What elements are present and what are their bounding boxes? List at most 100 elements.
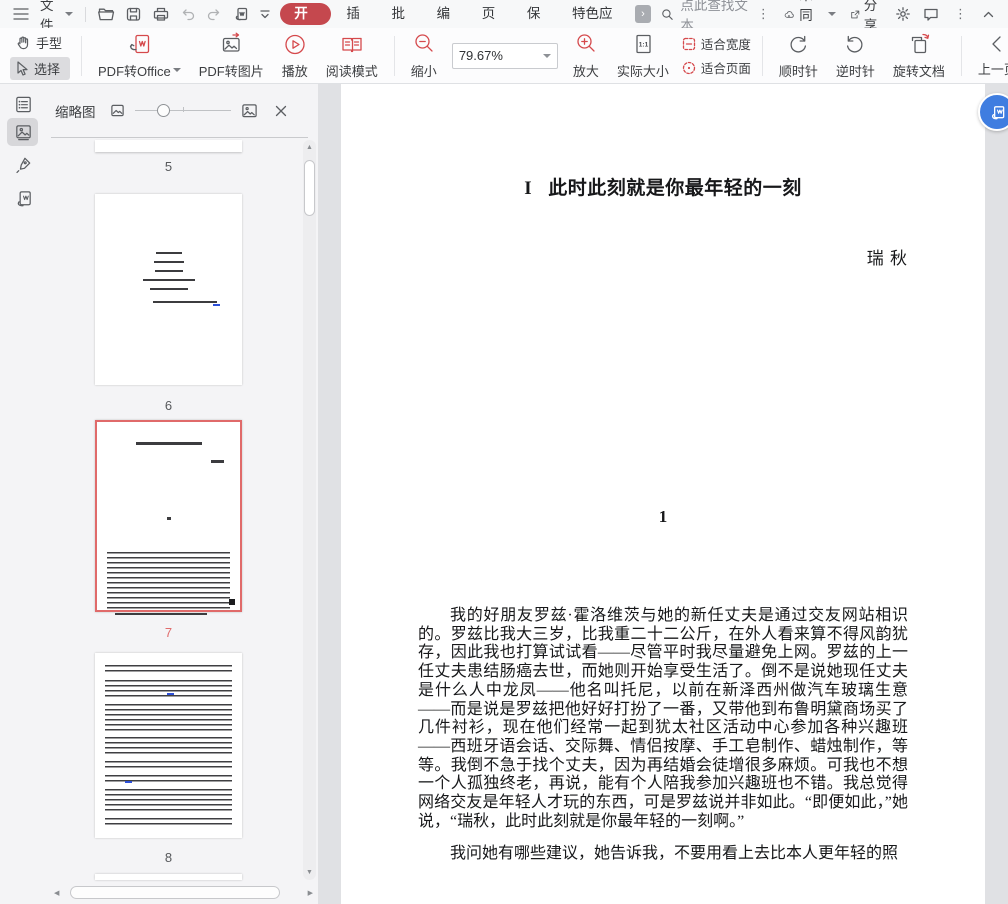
tab-page[interactable]: 页面 — [471, 3, 516, 43]
bookmarks-outline-icon[interactable] — [11, 92, 35, 116]
more-tabs-button[interactable]: › — [635, 5, 651, 23]
tab-insert[interactable]: 插入 — [335, 3, 380, 43]
chevron-down-icon — [172, 68, 181, 72]
thumbnail-size-slider[interactable] — [134, 101, 231, 121]
fit-width-button[interactable]: 适合宽度 — [682, 34, 751, 53]
zoom-in-label: 放大 — [572, 63, 599, 79]
horizontal-scroll-thumb[interactable] — [70, 886, 281, 899]
scroll-down-icon[interactable]: ▼ — [303, 869, 316, 876]
zoom-level-combobox[interactable]: 79.67% — [451, 42, 558, 69]
thumbnail-horizontal-scrollbar[interactable]: ◀ ▶ — [51, 885, 316, 900]
more-options-icon[interactable]: ⋮ — [946, 6, 975, 22]
cloud-offline-icon — [784, 11, 794, 18]
rotate-doc-label: 旋转文档 — [892, 63, 945, 79]
content-area: 缩略图 5 6 7 8 ▲ ▼ ◀ ▶ I 此时此刻就是你最年轻的一刻 瑞 秋 … — [0, 84, 1008, 904]
fit-page-icon — [682, 61, 695, 74]
settings-gear-icon[interactable] — [890, 6, 916, 22]
thumbnail-label-8: 8 — [164, 850, 173, 865]
chevron-left-icon — [992, 36, 1002, 52]
zoom-out-button[interactable]: 缩小 — [402, 30, 446, 82]
undo-icon[interactable] — [175, 7, 201, 21]
fit-width-icon — [682, 37, 695, 50]
divider — [393, 35, 395, 76]
sidebar-icon-strip — [0, 84, 45, 904]
scroll-right-icon[interactable]: ▶ — [305, 889, 316, 897]
rotate-counterclockwise-button[interactable]: 逆时针 — [827, 30, 884, 82]
zoom-in-button[interactable]: 放大 — [564, 30, 608, 82]
rotate-document-button[interactable]: 旋转文档 — [884, 30, 954, 82]
read-mode-button[interactable]: 阅读模式 — [317, 30, 387, 82]
tab-protect[interactable]: 保护 — [516, 3, 561, 43]
select-tool-button[interactable]: 选择 — [10, 57, 71, 80]
vertical-scroll-thumb[interactable] — [304, 160, 315, 216]
thumbnail-vertical-scrollbar[interactable]: ▲ ▼ — [303, 140, 316, 880]
actual-size-button[interactable]: 1:1 实际大小 — [608, 30, 678, 82]
toolbar-options-caret-icon[interactable] — [254, 9, 276, 19]
small-thumbnail-icon[interactable] — [110, 103, 125, 118]
file-menu[interactable]: 文件 — [34, 0, 79, 33]
close-panel-icon[interactable] — [274, 104, 288, 118]
slider-knob[interactable] — [156, 103, 170, 117]
author-name: 瑞 秋 — [866, 249, 908, 268]
magnifier-minus-icon — [415, 33, 433, 52]
previous-page-button[interactable]: 上一页 — [969, 30, 1008, 82]
tab-home[interactable]: 开始 — [280, 3, 332, 43]
convert-floating-button[interactable] — [978, 93, 1008, 131]
tab-special-apps[interactable]: 特色应用 — [561, 3, 629, 43]
fit-width-label: 适合宽度 — [700, 38, 751, 52]
pdf-to-image-label: PDF转图片 — [198, 63, 264, 79]
scroll-left-icon[interactable]: ◀ — [51, 889, 62, 897]
thumbnails-panel-icon[interactable] — [11, 120, 35, 144]
export-document-icon[interactable] — [227, 6, 254, 22]
search-more-icon[interactable]: ⋮ — [749, 6, 778, 22]
redo-icon[interactable] — [201, 7, 227, 21]
paragraph: 我问她有哪些建议，她告诉我，不要用看上去比本人更年轻的照 — [450, 845, 899, 863]
open-book-icon — [342, 37, 362, 52]
scroll-up-icon[interactable]: ▲ — [303, 144, 316, 151]
search-icon — [661, 8, 673, 20]
hamburger-menu-icon[interactable] — [8, 7, 34, 21]
cursor-arrow-icon — [17, 61, 28, 76]
thumbnail-page-6[interactable] — [95, 194, 242, 385]
fit-page-button[interactable]: 适合页面 — [682, 58, 751, 77]
read-mode-label: 阅读模式 — [325, 63, 378, 79]
horizontal-scroll-track[interactable] — [62, 886, 304, 899]
pdf-to-office-button[interactable]: PDF转Office — [89, 30, 190, 82]
menu-bar: 文件 开始 插入 批注 编辑 页面 保护 特色应用 › — [0, 0, 1008, 43]
thumbnail-page-5[interactable] — [95, 140, 242, 152]
thumbnail-label-7: 7 — [164, 625, 173, 640]
open-file-icon[interactable] — [92, 6, 120, 22]
paragraph: 我的好朋友罗兹·霍洛维茨与她的新任丈夫是通过交友网站相识的。罗兹比我大三岁，比我… — [418, 607, 908, 830]
print-icon[interactable] — [147, 6, 175, 22]
thumbnail-page-8[interactable] — [95, 653, 242, 838]
play-button[interactable]: 播放 — [273, 30, 317, 82]
share-button[interactable]: 分享 — [844, 0, 889, 33]
zoom-level-value: 79.67% — [458, 48, 503, 63]
chapter-heading: I 此时此刻就是你最年轻的一刻 — [418, 173, 908, 200]
toolbar: 手型 选择 PDF转Office PDF转图片 播放 阅读模式 缩小 79.67… — [0, 28, 1008, 84]
share-icon — [850, 10, 859, 18]
rotate-document-icon — [911, 33, 930, 53]
thumbnail-page-7-selected[interactable] — [95, 420, 242, 615]
export-doc-panel-icon[interactable] — [11, 186, 35, 210]
play-label: 播放 — [281, 63, 308, 79]
collapse-toolbar-icon[interactable] — [977, 10, 1000, 19]
tab-annotate[interactable]: 批注 — [381, 3, 426, 43]
select-tool-label: 选择 — [34, 62, 61, 77]
thumbnail-page-9-partial[interactable] — [95, 874, 242, 880]
tab-edit[interactable]: 编辑 — [426, 3, 471, 43]
hand-tool-label: 手型 — [36, 36, 63, 51]
signature-pen-icon[interactable] — [11, 152, 35, 176]
rotate-clockwise-button[interactable]: 顺时针 — [770, 30, 827, 82]
hand-tool-button[interactable]: 手型 — [10, 31, 70, 54]
document-view[interactable]: I 此时此刻就是你最年轻的一刻 瑞 秋 1 我的好朋友罗兹·霍洛维茨与她的新任丈夫… — [318, 84, 1008, 904]
doc-convert-icon — [991, 106, 1004, 120]
sync-status-button[interactable]: 未同步 — [778, 0, 842, 43]
actual-size-icon: 1:1 — [636, 34, 651, 53]
pdf-to-image-button[interactable]: PDF转图片 — [190, 30, 273, 82]
comment-bubble-icon[interactable] — [918, 7, 944, 22]
save-icon[interactable] — [120, 6, 147, 22]
wps-pdf-reader-window: 文件 开始 插入 批注 编辑 页面 保护 特色应用 › — [0, 0, 1008, 904]
rotate-counterclockwise-icon — [847, 35, 863, 52]
large-thumbnail-icon[interactable] — [241, 102, 258, 119]
